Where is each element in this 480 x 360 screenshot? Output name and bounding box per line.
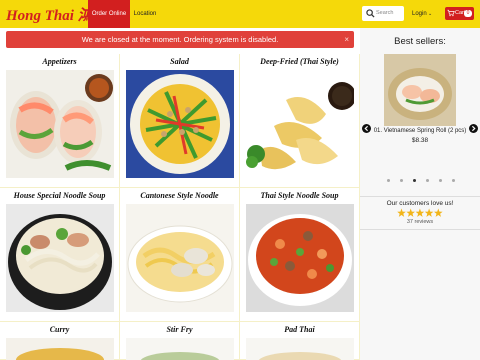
cart-count-badge: 0 — [464, 10, 472, 17]
category-title: Curry — [49, 325, 70, 334]
best-seller-carousel[interactable]: 01. Vietnamese Spring Roll (2 pcs) $8.38 — [360, 52, 480, 196]
category-card-thai-noodle-soup[interactable]: Thai Style Noodle Soup — [240, 188, 360, 322]
rating-stars-icon[interactable] — [397, 208, 443, 219]
best-sellers-title: Best sellers: — [394, 36, 446, 47]
closed-alert: We are closed at the moment. Ordering sy… — [6, 31, 354, 48]
carousel-dot[interactable] — [400, 179, 403, 182]
divider — [360, 229, 480, 230]
chevron-down-icon[interactable]: ⌄ — [428, 0, 432, 28]
search-input[interactable]: Search — [362, 6, 404, 21]
login-button[interactable]: Login — [412, 0, 427, 28]
cart-button[interactable]: Cart 0 — [445, 7, 474, 20]
category-card-salad[interactable]: Salad — [120, 54, 240, 188]
alert-message: We are closed at the moment. Ordering sy… — [81, 35, 279, 44]
carousel-dots — [360, 179, 480, 183]
mango-salad-image — [126, 70, 234, 178]
category-card-appetizers[interactable]: Appetizers — [0, 54, 120, 188]
nav-order-online[interactable]: Order Online — [88, 0, 130, 28]
spring-rolls-image — [6, 70, 114, 178]
carousel-dot[interactable] — [387, 179, 390, 182]
category-title: House Special Noodle Soup — [13, 191, 106, 200]
close-icon[interactable]: × — [344, 31, 349, 48]
carousel-dot[interactable] — [413, 179, 416, 182]
divider — [360, 196, 480, 197]
cart-icon — [447, 9, 455, 17]
tom-yum-image — [246, 204, 354, 312]
curry-image — [6, 338, 114, 360]
category-title: Stir Fry — [166, 325, 193, 334]
category-title: Pad Thai — [284, 325, 315, 334]
category-card-cantonese[interactable]: Cantonese Style Noodle — [120, 188, 240, 322]
category-card-house-special[interactable]: House Special Noodle Soup — [0, 188, 120, 322]
spring-roll-product-image[interactable] — [384, 54, 456, 126]
noodle-soup-image — [6, 204, 114, 312]
sidebar: Best sellers: 01. Vietnamese Spring Roll… — [360, 28, 480, 360]
pad-thai-image — [246, 338, 354, 360]
customer-love-text: Our customers love us! — [386, 200, 454, 207]
category-card-deep-fried[interactable]: Deep-Fried (Thai Style) — [240, 54, 360, 188]
search-icon — [366, 9, 375, 18]
carousel-dot[interactable] — [452, 179, 455, 182]
top-bar: Hong Thai 鴻泰 Order Online Location Searc… — [0, 0, 480, 28]
carousel-dot[interactable] — [439, 179, 442, 182]
category-grid: Appetizers Salad Deep-Fried (Thai Style)… — [0, 54, 360, 360]
category-card-curry[interactable]: Curry — [0, 322, 120, 360]
carousel-dot[interactable] — [426, 179, 429, 182]
category-card-pad-thai[interactable]: Pad Thai — [240, 322, 360, 360]
category-title: Cantonese Style Noodle — [140, 191, 219, 200]
reviews-count[interactable]: 37 reviews — [360, 219, 480, 225]
category-title: Appetizers — [42, 57, 77, 66]
tempura-image — [246, 70, 354, 178]
stir-fry-image — [126, 338, 234, 360]
wonton-noodle-image — [126, 204, 234, 312]
category-title: Deep-Fried (Thai Style) — [260, 57, 339, 66]
search-placeholder: Search — [376, 10, 394, 16]
category-title: Salad — [170, 57, 189, 66]
nav-location[interactable]: Location — [130, 0, 160, 28]
category-card-stir-fry[interactable]: Stir Fry — [120, 322, 240, 360]
best-seller-name[interactable]: 01. Vietnamese Spring Roll (2 pcs) — [360, 128, 480, 134]
best-seller-price: $8.38 — [411, 137, 429, 144]
category-title: Thai Style Noodle Soup — [260, 191, 339, 200]
